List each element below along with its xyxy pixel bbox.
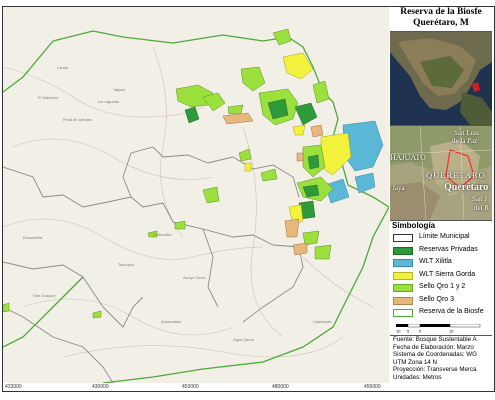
legend-swatch	[393, 259, 413, 267]
place-label: San Joaquín	[33, 293, 56, 298]
inset-label-san-j: San J	[472, 195, 487, 203]
inset-label-queretaro: Querétaro	[444, 182, 489, 193]
scale-tick: 10	[396, 329, 401, 334]
inset-label-san-luis: San Luis	[454, 129, 479, 137]
biosphere-boundary-sw	[3, 276, 84, 348]
place-label: Cadereyta	[313, 319, 332, 324]
credit-line: Sistema de Coordenadas: WG	[393, 351, 477, 359]
legend-label: Sello Qro 1 y 2	[419, 283, 466, 290]
place-label: Ahuacatlán	[161, 319, 182, 324]
x-tick-label: 480000	[272, 384, 289, 390]
patch	[296, 152, 304, 162]
patch	[174, 220, 186, 230]
x-tick-label: 430000	[92, 384, 109, 390]
inset-label-queretaro-caps: QUERETARO	[426, 170, 486, 180]
patch	[292, 242, 308, 256]
patch	[238, 148, 252, 162]
place-label: Jalpan	[113, 87, 125, 92]
place-label: Pinal de Amoles	[63, 117, 92, 122]
inset-label-hajuato: HAJUATO	[390, 153, 426, 162]
patch	[292, 124, 306, 136]
inset-label-laya: laya	[393, 184, 405, 192]
legend-label: Límite Municipal	[419, 233, 470, 240]
credit-line: Fecha de Elaboración: Marzo	[393, 343, 474, 351]
place-label: Arroyo Seco	[183, 275, 206, 280]
legend-swatch	[393, 296, 413, 305]
credit-line: Proyección: Transverse Merca	[393, 366, 477, 374]
legend: Simbología Límite Municipal Reservas Priv…	[390, 221, 492, 336]
patch	[222, 112, 254, 125]
biosphere-boundary-south	[102, 206, 389, 383]
patch	[284, 218, 300, 238]
side-panel: Reserva de la Biosfe Querétaro, M San Lu…	[390, 7, 492, 383]
title-line-2: Querétaro, M	[413, 18, 469, 28]
legend-swatch	[393, 284, 413, 292]
mexico-overview-inset[interactable]	[390, 32, 492, 126]
credits-box: Fuente: Bosque Sustentable A Fecha de El…	[390, 336, 492, 383]
legend-swatch	[393, 309, 413, 317]
patch	[244, 162, 252, 172]
patch	[240, 66, 266, 92]
x-tick-label: 453000	[182, 384, 199, 390]
patch	[314, 244, 332, 260]
patch	[202, 186, 220, 204]
inset-label-de-la-paz: de la Paz	[452, 137, 478, 145]
inset-label-del-r: del R	[474, 204, 489, 212]
title-line-1: Reserva de la Biosfe	[400, 7, 482, 17]
patch	[92, 310, 102, 319]
patch	[227, 104, 244, 115]
credit-line: UTM Zona 14 N	[393, 358, 438, 366]
scale-bar: 10 5 0 10	[396, 324, 481, 334]
place-label: Peñamiller	[153, 232, 172, 237]
place-label: La Lagunita	[98, 99, 119, 104]
scale-tick: 5	[407, 329, 410, 334]
municipal-boundaries	[3, 146, 304, 383]
legend-swatch	[393, 271, 413, 280]
x-tick-label: 433000	[5, 384, 22, 390]
patch	[272, 28, 292, 46]
legend-swatch	[393, 234, 413, 242]
legend-label: WLT Sierra Gorda	[419, 270, 476, 278]
patch	[3, 302, 10, 313]
patch	[320, 132, 352, 176]
legend-label: WLT Xilitla	[419, 258, 452, 265]
patch	[302, 230, 320, 246]
patch	[307, 154, 320, 170]
legend-label: Reservas Privadas	[419, 245, 478, 253]
patch	[310, 124, 324, 138]
place-label: Landa	[57, 65, 69, 70]
patch	[354, 172, 376, 194]
queretaro-inset[interactable]: San Luis de la Paz HAJUATO QUERETARO Que…	[390, 126, 492, 221]
map-title: Reserva de la Biosfe Querétaro, M	[390, 7, 492, 32]
patch	[260, 168, 278, 182]
patch	[312, 80, 330, 104]
map-canvas	[3, 28, 389, 383]
legend-title: Simbología	[392, 221, 436, 230]
credit-line: Fuente: Bosque Sustentable A	[393, 336, 477, 343]
legend-label: Reserva de la Biosfe	[419, 308, 484, 315]
place-label: Escanelilla	[23, 235, 43, 240]
main-map[interactable]: Landa El Madrone Jalpan La Lagunita Pina…	[3, 7, 389, 383]
x-tick-label: 455000	[364, 384, 381, 390]
scale-tick: 0	[419, 329, 422, 334]
legend-label: Sello Qro 3	[419, 295, 455, 303]
place-label: Agua Zarca	[233, 337, 254, 342]
biosphere-boundary-west	[3, 40, 54, 93]
legend-swatch	[393, 246, 413, 255]
place-label: El Madrone	[38, 95, 59, 100]
inset-mexico-canvas	[390, 32, 492, 125]
place-label: Tancoyol	[118, 262, 134, 267]
credit-line: Unidades: Metros	[393, 373, 442, 381]
scale-tick: 10	[449, 329, 454, 334]
patch	[294, 102, 318, 126]
